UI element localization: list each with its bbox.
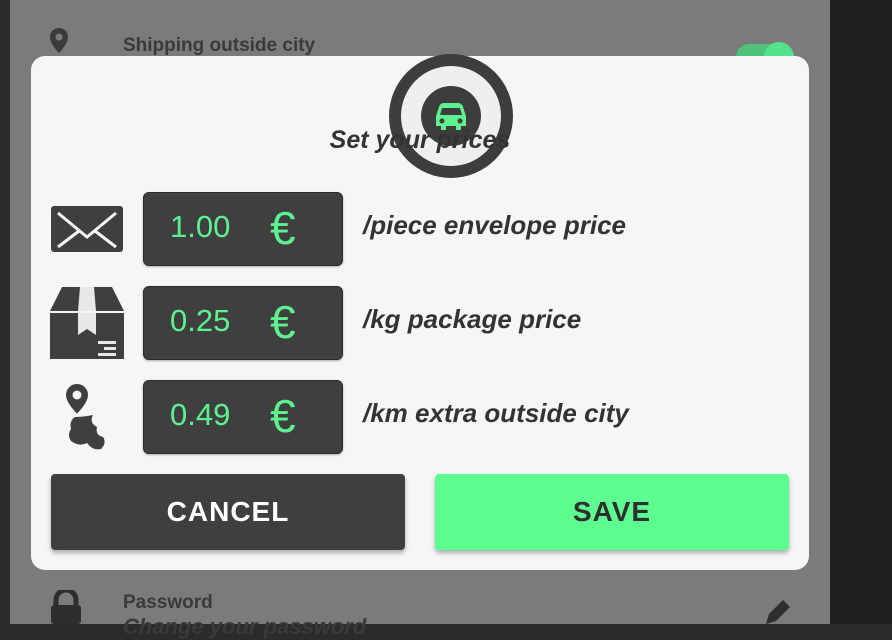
package-price-label: /kg package price: [363, 304, 582, 334]
password-label: Password: [123, 592, 213, 613]
package-price-row: 0.25 € /kg package price: [31, 286, 809, 360]
background-right-strip: [830, 0, 892, 624]
km-price-row: 0.49 € /km extra outside city: [31, 380, 809, 454]
package-price-value[interactable]: 0.25: [170, 303, 230, 339]
euro-symbol: €: [270, 202, 296, 254]
cancel-button[interactable]: CANCEL: [51, 474, 405, 550]
dialog-title: Set your prices: [329, 126, 511, 154]
envelope-icon: [50, 192, 124, 266]
km-price-input[interactable]: 0.49 €: [143, 380, 343, 454]
km-price-label: /km extra outside city: [363, 398, 629, 428]
envelope-price-label: /piece envelope price: [363, 210, 627, 240]
lock-icon: [48, 587, 84, 628]
euro-symbol: €: [270, 390, 296, 442]
package-price-input[interactable]: 0.25 €: [143, 286, 343, 360]
password-sublabel[interactable]: Change your password: [123, 614, 366, 640]
envelope-price-row: 1.00 € /piece envelope price: [31, 192, 809, 266]
envelope-price-input[interactable]: 1.00 €: [143, 192, 343, 266]
dialog-badge: [389, 54, 513, 178]
set-prices-dialog: Set your prices 1.00 € /piece envelope p…: [31, 54, 809, 570]
euro-symbol: €: [270, 296, 296, 348]
save-button[interactable]: SAVE: [435, 474, 789, 550]
envelope-price-value[interactable]: 1.00: [170, 209, 230, 245]
map-pin-icon: [50, 380, 124, 454]
km-price-value[interactable]: 0.49: [170, 397, 230, 433]
package-icon: [50, 286, 124, 360]
shipping-outside-city-label: Shipping outside city: [123, 35, 316, 56]
